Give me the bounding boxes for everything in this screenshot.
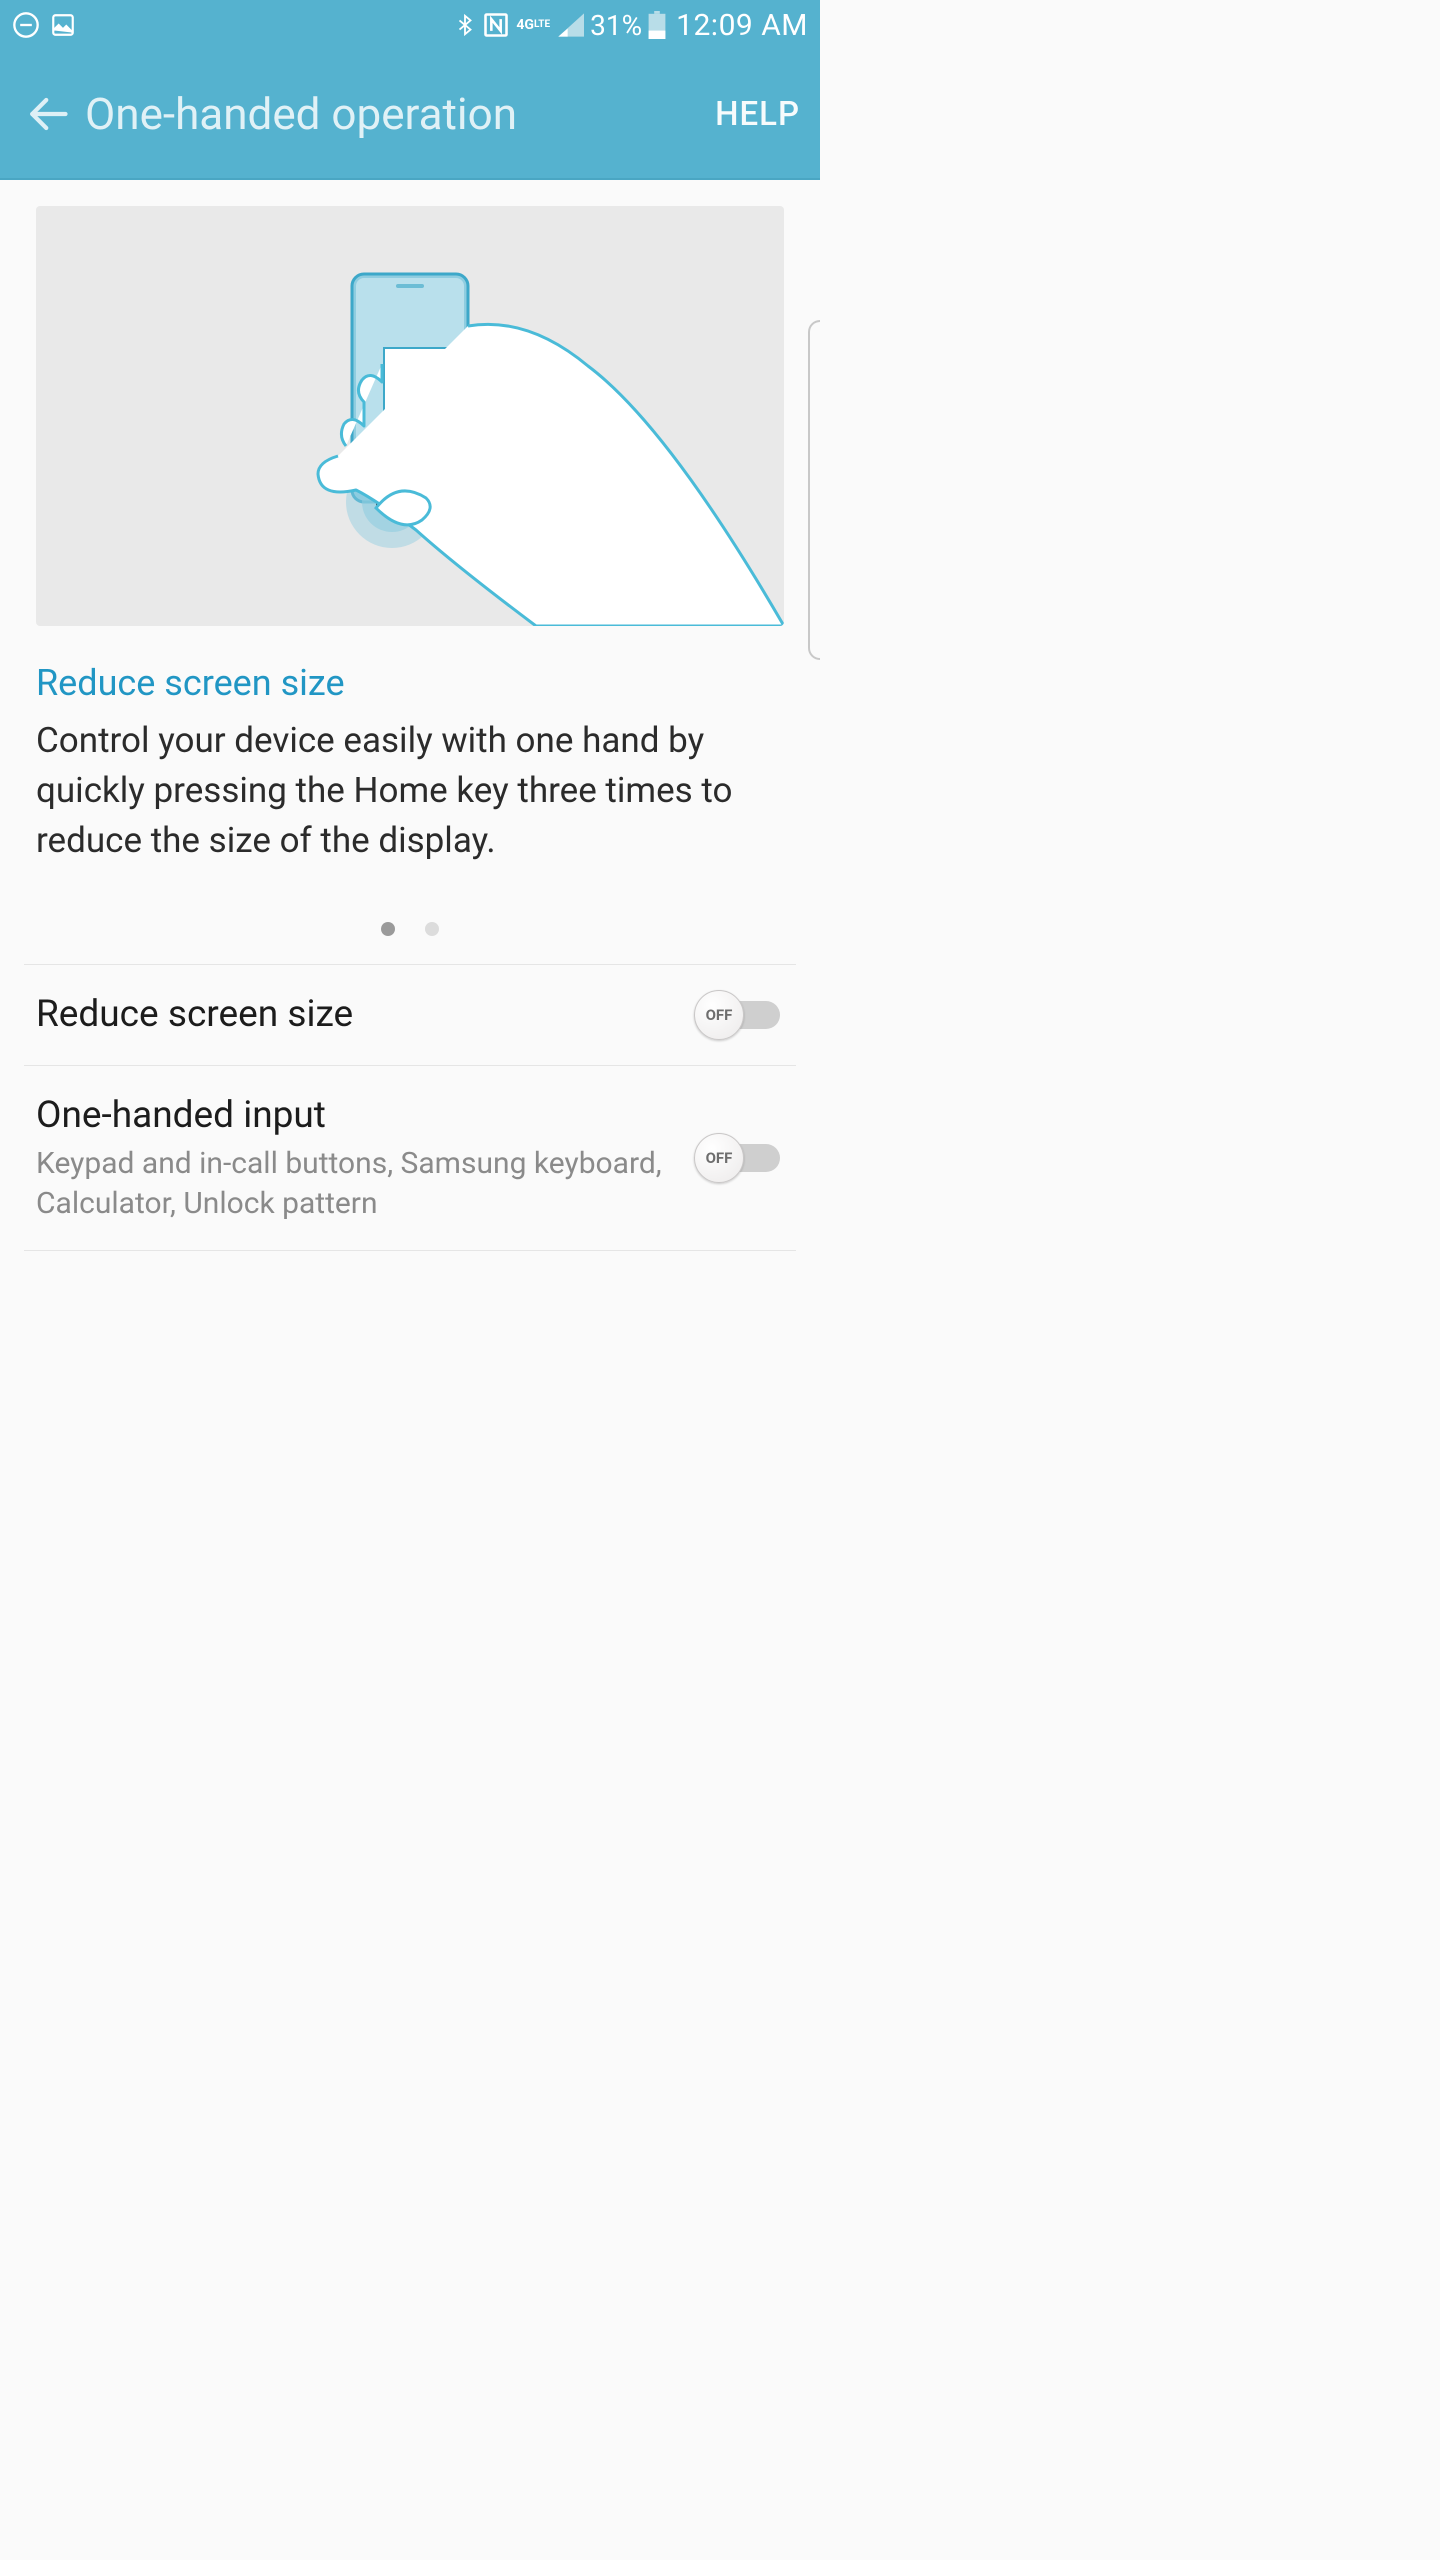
setting-title: Reduce screen size	[36, 991, 674, 1039]
setting-row-one-handed-input[interactable]: One-handed input Keypad and in-call butt…	[24, 1065, 796, 1251]
toggle-reduce-screen-size[interactable]: OFF	[694, 996, 784, 1034]
picture-icon	[50, 12, 76, 38]
back-button[interactable]	[20, 87, 75, 142]
toggle-one-handed-input[interactable]: OFF	[694, 1139, 784, 1177]
app-bar: One-handed operation HELP	[0, 50, 820, 180]
toggle-knob-label: OFF	[694, 1133, 744, 1183]
settings-list: Reduce screen size OFF One-handed input …	[24, 964, 796, 1251]
battery-percent: 31%	[590, 9, 642, 42]
page-indicator[interactable]	[0, 922, 820, 936]
hand-phone-illustration	[36, 206, 784, 626]
status-bar: 4GLTE 31% 12:09 AM	[0, 0, 820, 50]
bluetooth-icon	[454, 12, 476, 38]
page-title: One-handed operation	[85, 88, 715, 140]
nfc-icon	[482, 11, 510, 39]
toggle-knob-label: OFF	[694, 990, 744, 1040]
setting-subtitle: Keypad and in-call buttons, Samsung keyb…	[36, 1144, 674, 1224]
page-dot-1[interactable]	[381, 922, 395, 936]
dnd-icon	[12, 11, 40, 39]
edge-panel-handle[interactable]	[808, 320, 820, 660]
signal-icon	[556, 13, 584, 37]
network-4g-icon: 4GLTE	[516, 19, 550, 31]
page-dot-2[interactable]	[425, 922, 439, 936]
setting-title: One-handed input	[36, 1092, 674, 1140]
clock-text: 12:09 AM	[676, 8, 808, 43]
promo-title: Reduce screen size	[36, 662, 784, 704]
battery-icon	[648, 11, 666, 39]
promo-illustration[interactable]	[36, 206, 784, 626]
setting-row-reduce-screen-size[interactable]: Reduce screen size OFF	[24, 964, 796, 1065]
help-button[interactable]: HELP	[715, 95, 800, 134]
promo-description: Control your device easily with one hand…	[36, 716, 784, 866]
